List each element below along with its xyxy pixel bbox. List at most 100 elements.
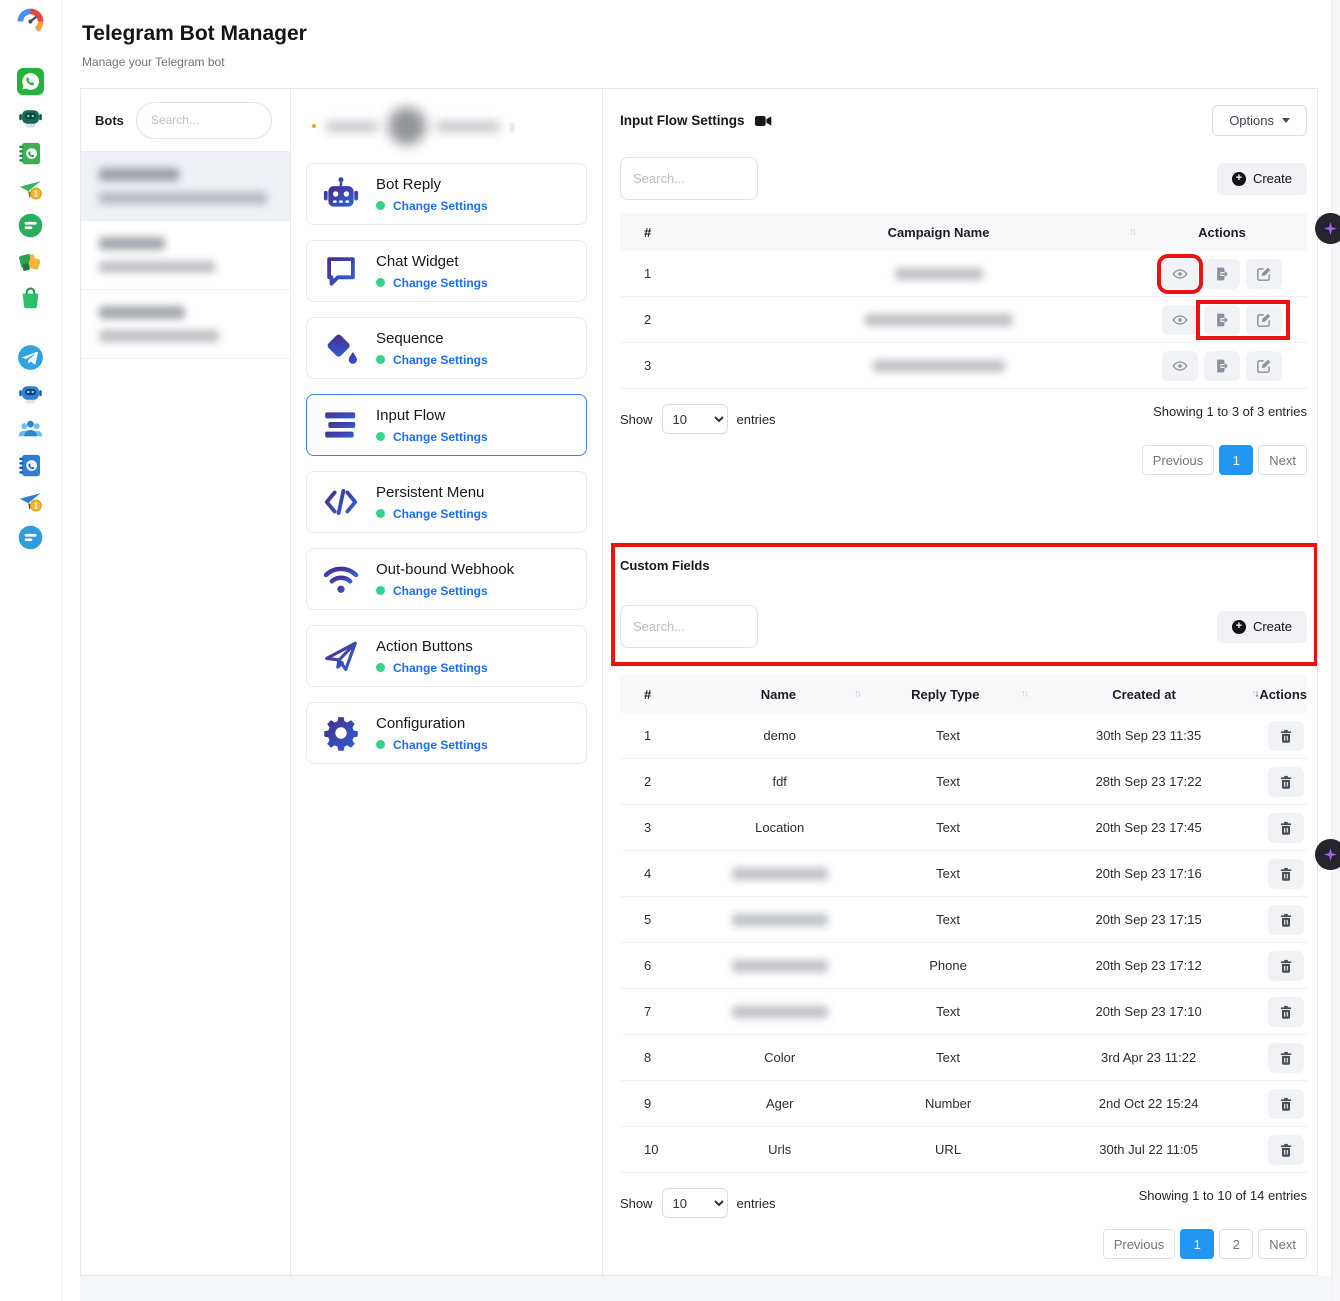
change-settings-link[interactable]: Change Settings <box>393 430 488 444</box>
bots-search-input[interactable] <box>136 102 272 139</box>
campaign-plane-blue-icon[interactable]: 1 <box>17 488 44 515</box>
next-page-button[interactable]: Next <box>1258 1229 1307 1259</box>
previous-page-button[interactable]: Previous <box>1142 445 1215 475</box>
delete-button[interactable] <box>1268 951 1304 981</box>
settings-menu-item-bars[interactable]: Input Flow Change Settings <box>306 394 587 456</box>
page-button-1[interactable]: 1 <box>1219 445 1253 475</box>
menu-item-title: Configuration <box>376 715 488 732</box>
delete-button[interactable] <box>1268 1135 1304 1165</box>
edit-button[interactable] <box>1246 351 1282 381</box>
sort-icon-active[interactable]: ↑↓ <box>1251 689 1257 700</box>
view-button[interactable] <box>1162 351 1198 381</box>
custom-field-row: 2 fdf Text 28th Sep 23 17:22 <box>620 759 1307 805</box>
settings-menu-item-code[interactable]: Persistent Menu Change Settings <box>306 471 587 533</box>
plus-circle-icon: + <box>1232 172 1246 186</box>
export-button[interactable] <box>1204 259 1240 289</box>
change-settings-link[interactable]: Change Settings <box>393 199 488 213</box>
column-header-created-at[interactable]: Created at↑↓ <box>1029 687 1260 702</box>
menu-item-title: Bot Reply <box>376 176 488 193</box>
integration-puzzle-icon[interactable] <box>17 248 44 275</box>
group-users-icon[interactable] <box>17 416 44 443</box>
settings-menu-item-gear[interactable]: Configuration Change Settings <box>306 702 587 764</box>
delete-button[interactable] <box>1268 859 1304 889</box>
settings-menu-item-chat[interactable]: Chat Widget Change Settings <box>306 240 587 302</box>
settings-menu-item-wifi[interactable]: Out-bound Webhook Change Settings <box>306 548 587 610</box>
campaign-name-redacted <box>740 360 1137 372</box>
previous-page-button[interactable]: Previous <box>1103 1229 1176 1259</box>
bot-reply-icon <box>322 175 360 213</box>
change-settings-link[interactable]: Change Settings <box>393 276 488 290</box>
delete-button[interactable] <box>1268 767 1304 797</box>
contacts-book-green-icon[interactable] <box>17 140 44 167</box>
options-label: Options <box>1229 113 1274 128</box>
view-button[interactable] <box>1162 259 1198 289</box>
bot-username-redacted <box>99 192 267 204</box>
export-button[interactable] <box>1204 351 1240 381</box>
delete-button[interactable] <box>1268 905 1304 935</box>
column-header-name[interactable]: Name↑↓ <box>695 687 862 702</box>
page-button-2[interactable]: 2 <box>1219 1229 1253 1259</box>
column-header-num[interactable]: # <box>620 225 740 240</box>
custom-fields-search-input[interactable] <box>620 605 758 648</box>
reply-type: Text <box>864 774 1032 789</box>
campaign-plane-green-icon[interactable]: 1 <box>17 176 44 203</box>
input-flow-search-input[interactable] <box>620 157 758 200</box>
column-header-num[interactable]: # <box>620 687 695 702</box>
view-button[interactable] <box>1162 305 1198 335</box>
bot-list-item[interactable] <box>81 152 290 221</box>
delete-button[interactable] <box>1268 997 1304 1027</box>
ai-assistant-button[interactable] <box>1315 839 1340 870</box>
export-button[interactable] <box>1204 305 1240 335</box>
scrollbar[interactable] <box>1331 0 1340 1301</box>
selected-bot-header-redacted: : <box>306 101 587 151</box>
sequence-icon <box>322 329 360 367</box>
chat-bubble-green-icon[interactable] <box>17 212 44 239</box>
create-input-flow-button[interactable]: + Create <box>1217 163 1307 195</box>
change-settings-link[interactable]: Change Settings <box>393 353 488 367</box>
dashboard-gauge-icon[interactable] <box>17 8 44 35</box>
edit-button[interactable] <box>1246 305 1282 335</box>
sort-icon[interactable]: ↑↓ <box>1021 689 1027 700</box>
delete-button[interactable] <box>1268 813 1304 843</box>
bot-list-item[interactable] <box>81 221 290 290</box>
options-button[interactable]: Options <box>1212 105 1307 136</box>
chevron-down-icon <box>1282 118 1290 123</box>
sort-icon[interactable]: ↑↓ <box>854 689 860 700</box>
video-tutorial-icon[interactable] <box>755 115 772 127</box>
page-size-select[interactable]: 10 <box>662 404 728 434</box>
create-custom-field-button[interactable]: + Create <box>1217 611 1307 643</box>
column-header-campaign[interactable]: Campaign Name↑↓ <box>740 225 1137 240</box>
chat-bubble-blue-icon[interactable] <box>17 524 44 551</box>
contacts-book-blue-icon[interactable] <box>17 452 44 479</box>
delete-button[interactable] <box>1268 1089 1304 1119</box>
ai-assistant-button[interactable] <box>1315 213 1340 244</box>
status-dot <box>376 201 385 210</box>
settings-menu-item-robot[interactable]: Bot Reply Change Settings <box>306 163 587 225</box>
telegram-icon[interactable] <box>17 344 44 371</box>
change-settings-link[interactable]: Change Settings <box>393 738 488 752</box>
change-settings-link[interactable]: Change Settings <box>393 584 488 598</box>
whatsapp-icon[interactable] <box>17 68 44 95</box>
bot-green-icon[interactable] <box>17 104 44 131</box>
delete-button[interactable] <box>1268 721 1304 751</box>
bot-list-item[interactable] <box>81 290 290 359</box>
next-page-button[interactable]: Next <box>1258 445 1307 475</box>
edit-button[interactable] <box>1246 259 1282 289</box>
input-flow-row: 2 <box>620 297 1307 343</box>
change-settings-link[interactable]: Change Settings <box>393 507 488 521</box>
change-settings-link[interactable]: Change Settings <box>393 661 488 675</box>
shop-bag-icon[interactable] <box>17 284 44 311</box>
column-header-reply-type[interactable]: Reply Type↑↓ <box>862 687 1029 702</box>
input-flow-panel: Input Flow Settings Options + Create <box>603 89 1317 1275</box>
custom-field-row: 7 Text 20th Sep 23 17:10 <box>620 989 1307 1035</box>
page-size-select[interactable]: 10 <box>662 1188 728 1218</box>
delete-button[interactable] <box>1268 1043 1304 1073</box>
row-number: 8 <box>620 1050 696 1065</box>
page-button-1[interactable]: 1 <box>1180 1229 1214 1259</box>
settings-menu-item-paint[interactable]: Sequence Change Settings <box>306 317 587 379</box>
plus-circle-icon: + <box>1232 620 1246 634</box>
settings-menu-item-plane[interactable]: Action Buttons Change Settings <box>306 625 587 687</box>
sort-icon[interactable]: ↑↓ <box>1129 227 1135 238</box>
bot-blue-icon[interactable] <box>17 380 44 407</box>
row-number: 7 <box>620 1004 696 1019</box>
